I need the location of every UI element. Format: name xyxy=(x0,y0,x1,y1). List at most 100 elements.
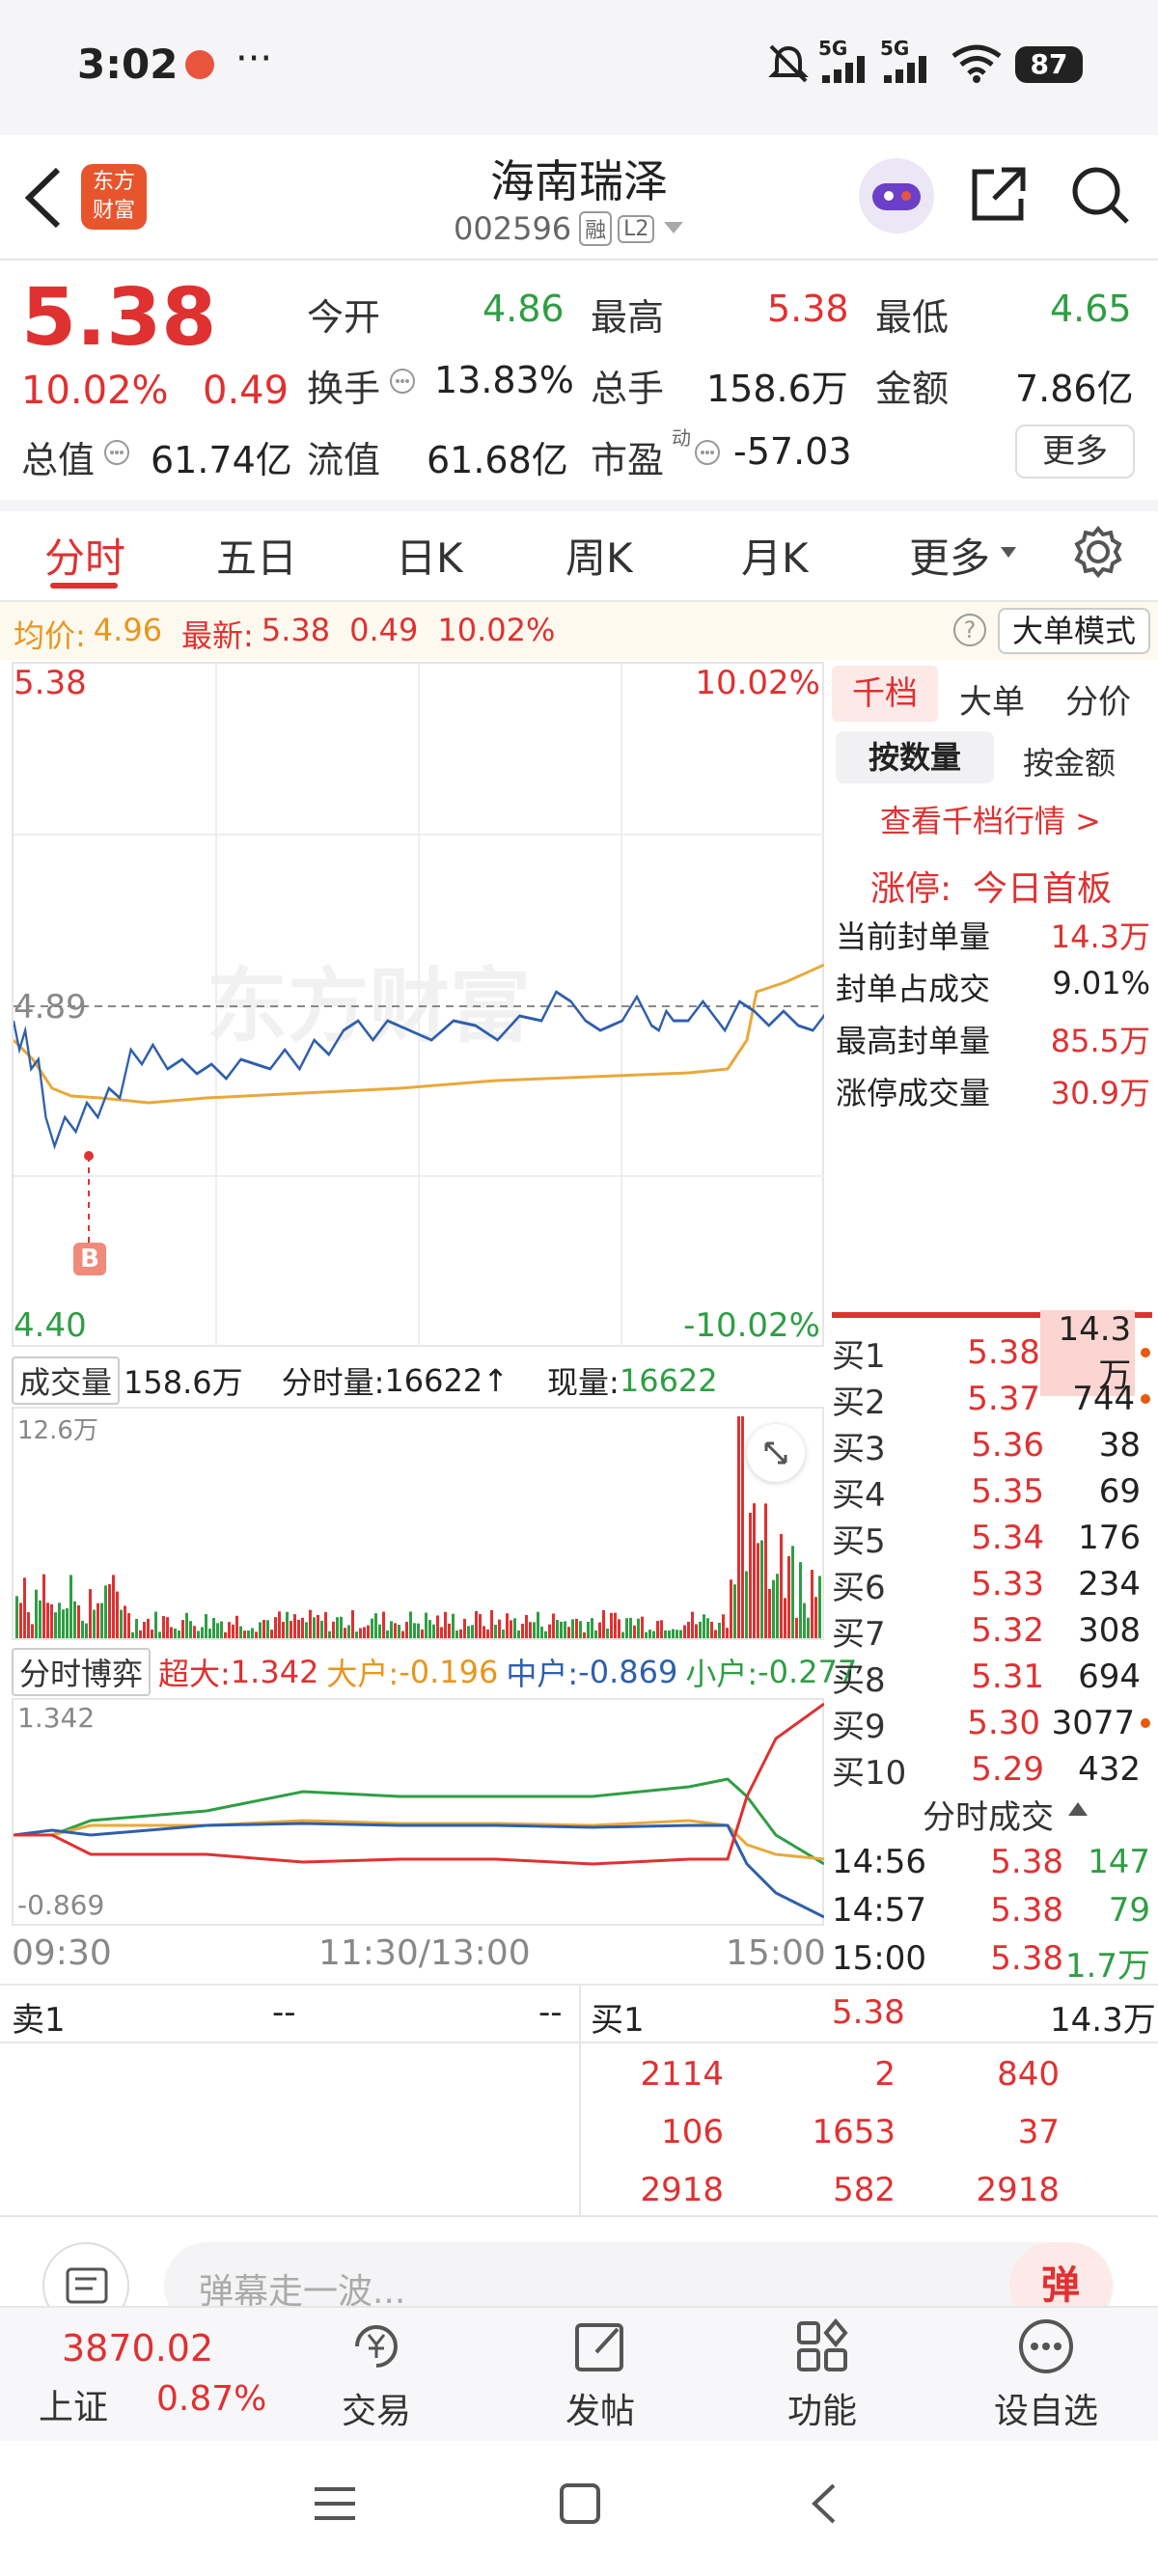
volume-toolbar: 成交量 158.6万 分时量: 16622↑ 现量: 16622 xyxy=(12,1357,718,1405)
orderbook-row[interactable]: 买1 5.38 14.3万 xyxy=(832,1309,1150,1396)
menu-icon[interactable] xyxy=(311,2480,359,2528)
sort-up-icon[interactable] xyxy=(1067,1800,1089,1818)
help-icon[interactable]: ? xyxy=(953,614,986,646)
orderbook-row[interactable]: 买10 5.29 432 xyxy=(832,1746,1150,1793)
settings-icon[interactable] xyxy=(1071,525,1125,579)
ticks-title[interactable]: 分时成交 xyxy=(923,1791,1054,1838)
nav-watchlist[interactable]: 设自选 xyxy=(969,2383,1123,2433)
volume-bar xyxy=(340,1616,343,1638)
tab-big-order[interactable]: 大单 xyxy=(959,675,1025,723)
dropdown-icon[interactable] xyxy=(662,220,685,237)
system-back-icon[interactable] xyxy=(801,2480,849,2528)
tab-daily-k[interactable]: 日K xyxy=(396,526,463,585)
orderbook-volume: 744 xyxy=(1072,1380,1136,1418)
limit-stats: 当前封单量 14.3万 封单占成交 9.01% 最高封单量 85.5万 涨停成交量 30… xyxy=(836,913,1150,1121)
volume-bar xyxy=(683,1625,686,1638)
orderbook-row[interactable]: 买3 5.36 38 xyxy=(832,1422,1150,1468)
orderbook-row[interactable]: 买7 5.32 308 xyxy=(832,1607,1150,1654)
index-value[interactable]: 3870.02 xyxy=(62,2327,213,2370)
tab-more[interactable]: 更多 xyxy=(909,526,990,585)
by-quantity-button[interactable]: 按数量 xyxy=(836,731,994,783)
volume-bar xyxy=(100,1603,103,1638)
mcap-value: 61.74亿 xyxy=(151,439,292,481)
volume-bar xyxy=(425,1612,427,1638)
indicator-select[interactable]: 成交量 xyxy=(12,1357,121,1405)
orderbook-row[interactable]: 买2 5.37 744 xyxy=(832,1376,1150,1422)
flow-indicator-select[interactable]: 分时博弈 xyxy=(12,1648,152,1696)
volume-bar xyxy=(652,1631,655,1638)
price-chart[interactable]: 东方财富 5.38 4.89 4.40 10.02% -10.02% B xyxy=(12,662,824,1347)
tab-price-dist[interactable]: 分价 xyxy=(1065,675,1131,723)
flow-chart[interactable]: 1.342 -0.869 xyxy=(12,1698,824,1926)
volume-bar xyxy=(629,1617,632,1638)
orderbook-label: 买3 xyxy=(832,1429,886,1468)
view-thousand-levels-link[interactable]: 查看千档行情 > xyxy=(880,797,1101,841)
big-order-mode-button[interactable]: 大单模式 xyxy=(998,608,1150,654)
orderbook-row[interactable]: 买9 5.30 3077 xyxy=(832,1700,1150,1746)
mcap-info-icon[interactable] xyxy=(102,438,131,467)
tick-time: 14:56 xyxy=(832,1843,926,1881)
volume-bar xyxy=(394,1623,397,1638)
tab-intraday[interactable]: 分时 xyxy=(44,526,125,585)
tab-5day[interactable]: 五日 xyxy=(216,526,297,585)
share-icon[interactable] xyxy=(969,164,1029,224)
latest-value: 5.38 xyxy=(261,612,331,648)
volume-bar xyxy=(510,1620,512,1638)
y-axis-mid: 4.89 xyxy=(14,988,87,1027)
tab-thousand-levels[interactable]: 千档 xyxy=(832,666,938,722)
turnover-label: 换手 xyxy=(307,368,381,410)
info-icon[interactable] xyxy=(388,367,417,396)
tab-weekly-k[interactable]: 周K xyxy=(565,526,633,585)
orderbook-row[interactable]: 买8 5.31 694 xyxy=(832,1654,1150,1700)
open-label: 今开 xyxy=(307,296,381,339)
volume-bar xyxy=(386,1630,389,1638)
tab-monthly-k[interactable]: 月K xyxy=(741,526,809,585)
functions-icon[interactable] xyxy=(791,2316,853,2377)
low-value: 4.65 xyxy=(1050,288,1132,330)
orderbook-label: 买1 xyxy=(832,1336,886,1376)
orderbook-volume: 38 xyxy=(1098,1426,1141,1465)
assistant-avatar[interactable] xyxy=(859,158,934,233)
watchlist-icon[interactable] xyxy=(1015,2316,1077,2377)
orderbook-row[interactable]: 买4 5.35 69 xyxy=(832,1468,1150,1515)
index-pct[interactable]: 0.87% xyxy=(156,2379,266,2419)
volume-bar xyxy=(691,1611,694,1638)
trade-icon[interactable] xyxy=(345,2316,407,2377)
volume-chart[interactable]: 12.6万 xyxy=(12,1407,824,1640)
pct-change: 10.02% xyxy=(21,369,169,413)
volume-bar xyxy=(718,1622,721,1638)
volume-bar xyxy=(193,1626,196,1638)
volume-bar xyxy=(112,1575,115,1638)
price-change: 0.49 xyxy=(203,369,290,413)
buy-marker[interactable]: B xyxy=(73,1243,106,1275)
expand-icon[interactable] xyxy=(747,1424,805,1482)
volume-bar xyxy=(571,1619,574,1638)
orderbook-row[interactable]: 买6 5.33 234 xyxy=(832,1561,1150,1607)
nav-trade[interactable]: 交易 xyxy=(299,2383,454,2433)
volume-bar xyxy=(367,1625,370,1638)
orderbook-price: 5.36 xyxy=(971,1426,1044,1465)
volume-bar xyxy=(89,1589,92,1638)
volume-bar xyxy=(305,1622,308,1638)
more-button[interactable]: 更多 xyxy=(1015,425,1135,479)
search-icon[interactable] xyxy=(1069,164,1131,226)
stat-value: 85.5万 xyxy=(1050,1023,1150,1059)
notification-icon xyxy=(185,50,214,79)
index-name[interactable]: 上证 xyxy=(39,2379,108,2429)
tick-row: 15:00 5.38 1.7万 xyxy=(832,1939,1150,1987)
volume-bar xyxy=(336,1617,339,1638)
pe-info-icon[interactable] xyxy=(693,438,722,467)
orderbook-volume: 234 xyxy=(1078,1565,1141,1603)
nav-post[interactable]: 发帖 xyxy=(523,2383,677,2433)
nav-functions[interactable]: 功能 xyxy=(745,2383,899,2433)
amount-value: 7.86亿 xyxy=(1015,368,1134,410)
orderbook-row[interactable]: 买5 5.34 176 xyxy=(832,1515,1150,1561)
by-amount-button[interactable]: 按金额 xyxy=(1023,739,1116,783)
home-icon[interactable] xyxy=(556,2480,604,2528)
orderbook-volume: 432 xyxy=(1078,1750,1141,1789)
volume-bar xyxy=(772,1579,775,1638)
volume-bar xyxy=(737,1416,740,1638)
post-icon[interactable] xyxy=(569,2316,631,2377)
volume-bar xyxy=(405,1622,408,1638)
back-icon[interactable] xyxy=(21,166,64,230)
